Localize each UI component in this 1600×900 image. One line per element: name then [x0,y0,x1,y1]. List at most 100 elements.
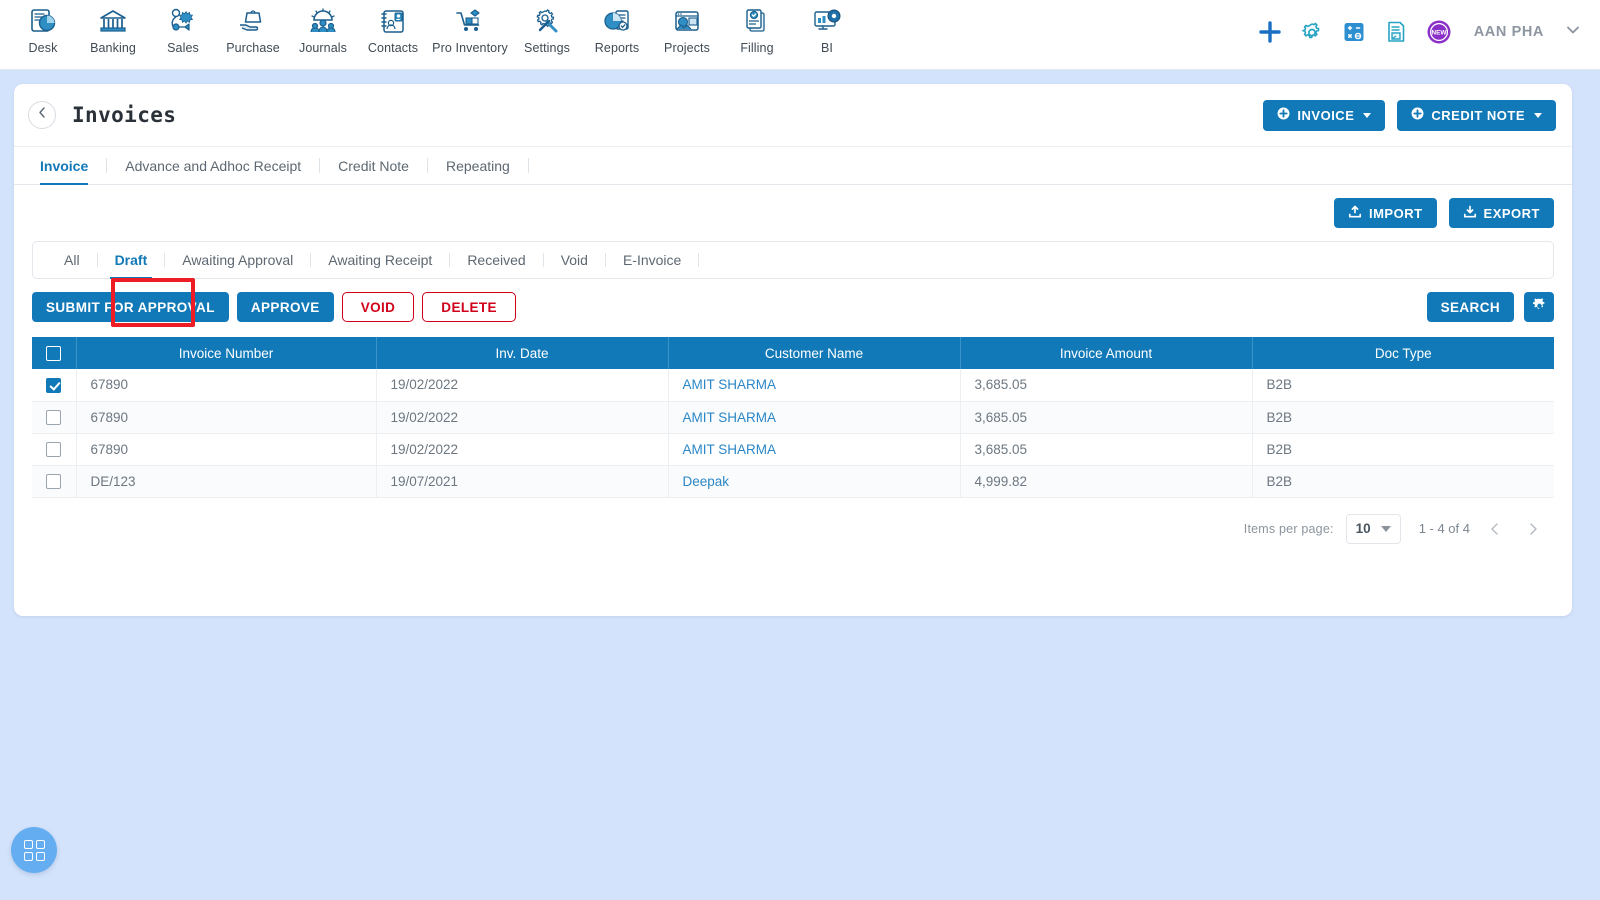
select-all-column [32,337,77,369]
apps-launcher-button[interactable] [11,827,57,873]
filter-tab-draft[interactable]: Draft [98,242,165,279]
nav-label: Settings [524,41,570,55]
row-select-cell [32,401,77,434]
void-button[interactable]: VOID [341,292,415,322]
settings-tools-icon [532,5,562,38]
card-header: Invoices INVOICE CREDIT NOTE [14,84,1572,146]
search-button[interactable]: SEARCH [1426,292,1514,322]
delete-button[interactable]: DELETE [422,292,516,322]
row-checkbox[interactable] [46,473,62,489]
column-doc-type[interactable]: Doc Type [1252,337,1554,369]
select-all-checkbox[interactable] [46,345,62,361]
back-button[interactable] [28,101,56,129]
new-invoice-button[interactable]: INVOICE [1263,99,1386,131]
filter-tab-all[interactable]: All [47,242,97,278]
chevron-down-icon[interactable] [1564,21,1582,44]
filter-tab-awaiting-receipt[interactable]: Awaiting Receipt [311,242,449,278]
next-page-button[interactable] [1520,516,1546,542]
nav-label: Banking [90,41,136,55]
add-plus-icon[interactable] [1258,20,1282,44]
nav-label: Sales [167,41,199,55]
nav-item-journals[interactable]: Journals [288,0,358,55]
top-navigation-bar: Desk Banking Sales Purchase Journals Con… [0,0,1600,70]
tab-credit-note[interactable]: Credit Note [320,147,427,184]
filter-tab-awaiting-approval[interactable]: Awaiting Approval [165,242,310,278]
approve-button[interactable]: APPROVE [236,292,334,322]
cell-invoice-number: 67890 [76,401,377,434]
nav-label: Filling [740,41,774,55]
column-invoice-number[interactable]: Invoice Number [76,337,377,369]
page-range-label: 1 - 4 of 4 [1418,521,1470,536]
table-settings-button[interactable] [1524,292,1554,322]
table-row[interactable]: 67890 19/02/2022 AMIT SHARMA 3,685.05 B2… [32,369,1554,402]
user-name[interactable]: AAN PHA [1474,24,1544,40]
column-inv-date[interactable]: Inv. Date [376,337,669,369]
filter-label: Received [467,252,526,268]
row-checkbox[interactable] [46,377,62,393]
nav-label: Reports [594,41,640,55]
import-button[interactable]: IMPORT [1333,198,1437,228]
tab-advance-and-adhoc-receipt[interactable]: Advance and Adhoc Receipt [107,147,319,184]
submit-for-approval-button[interactable]: SUBMIT FOR APPROVAL [32,292,229,322]
table-body: 67890 19/02/2022 AMIT SHARMA 3,685.05 B2… [32,369,1554,498]
nav-item-settings[interactable]: Settings [512,0,582,55]
cell-invoice-number: DE/123 [76,465,377,498]
bar-right-actions: SEARCH [1426,292,1554,322]
filling-icon [742,5,772,38]
new-badge-icon[interactable]: NEW [1426,19,1452,45]
nav-item-projects[interactable]: Projects [652,0,722,55]
tab-invoice[interactable]: Invoice [40,147,106,185]
bank-icon [98,5,128,38]
table-row[interactable]: 67890 19/02/2022 AMIT SHARMA 3,685.05 B2… [32,433,1554,466]
row-select-cell [32,465,77,498]
cell-invoice-amount: 4,999.82 [960,465,1253,498]
tab-repeating[interactable]: Repeating [428,147,528,184]
column-customer-name[interactable]: Customer Name [668,337,961,369]
tab-label: Advance and Adhoc Receipt [125,157,302,174]
customer-link[interactable]: AMIT SHARMA [683,410,777,425]
filter-label: Draft [114,252,148,268]
table-row[interactable]: 67890 19/02/2022 AMIT SHARMA 3,685.05 B2… [32,401,1554,434]
tab-label: Repeating [445,157,510,174]
row-select-cell [32,369,77,402]
note-icon[interactable] [1384,20,1408,44]
chevron-left-icon [36,106,49,124]
filter-tab-received[interactable]: Received [450,242,542,278]
upload-icon [1348,205,1362,222]
nav-item-filling[interactable]: Filling [722,0,792,55]
previous-page-button[interactable] [1482,516,1508,542]
import-export-row: IMPORT EXPORT [14,185,1572,241]
row-checkbox[interactable] [46,441,62,457]
nav-item-bi[interactable]: BI [792,0,862,55]
customer-link[interactable]: AMIT SHARMA [683,442,777,457]
purchase-icon [238,5,268,38]
nav-item-pro-inventory[interactable]: Pro Inventory [428,0,512,55]
customer-link[interactable]: AMIT SHARMA [683,377,777,392]
nav-item-reports[interactable]: Reports [582,0,652,55]
new-credit-note-label: CREDIT NOTE [1431,107,1525,123]
document-type-tabs: Invoice Advance and Adhoc Receipt Credit… [14,146,1572,185]
calculator-icon[interactable] [1342,20,1366,44]
customer-link[interactable]: Deepak [683,474,730,489]
column-invoice-amount[interactable]: Invoice Amount [960,337,1253,369]
filter-tab-e-invoice[interactable]: E-Invoice [606,242,698,278]
nav-item-desk[interactable]: Desk [8,0,78,55]
row-checkbox[interactable] [46,409,62,425]
gear-icon[interactable] [1300,20,1324,44]
plus-circle-icon [1411,107,1424,123]
nav-label: Pro Inventory [432,41,508,55]
cell-customer-name: AMIT SHARMA [668,401,961,434]
nav-item-contacts[interactable]: Contacts [358,0,428,55]
table-row[interactable]: DE/123 19/07/2021 Deepak 4,999.82 B2B [32,465,1554,498]
nav-item-sales[interactable]: Sales [148,0,218,55]
new-credit-note-button[interactable]: CREDIT NOTE [1397,99,1556,131]
export-button[interactable]: EXPORT [1448,198,1554,228]
nav-item-purchase[interactable]: Purchase [218,0,288,55]
items-per-page-select[interactable]: 10 [1345,513,1401,544]
filter-tab-void[interactable]: Void [544,242,605,278]
page-title: Invoices [72,103,177,127]
cell-inv-date: 19/07/2021 [376,465,669,498]
cell-invoice-number: 67890 [76,433,377,466]
nav-item-banking[interactable]: Banking [78,0,148,55]
cell-customer-name: AMIT SHARMA [668,433,961,466]
